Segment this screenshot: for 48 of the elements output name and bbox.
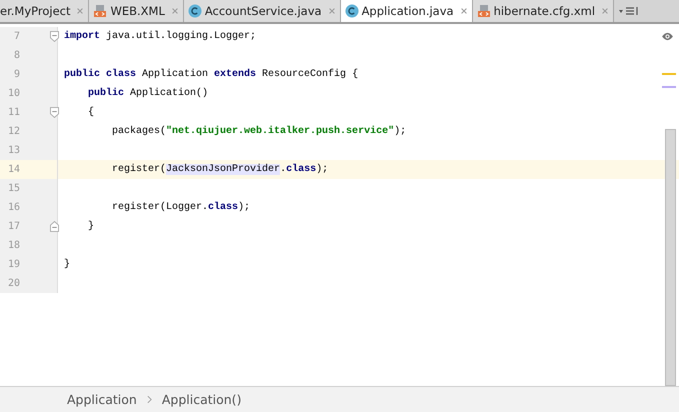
code-keyword: class xyxy=(208,202,238,213)
tab-label: AccountService.java xyxy=(204,4,322,18)
code-text: register( xyxy=(111,164,166,175)
code-text: packages( xyxy=(111,126,166,137)
line-number: 18 xyxy=(6,240,20,251)
code-text: ); xyxy=(316,164,328,175)
line-number: 13 xyxy=(6,145,20,156)
code-identifier: JacksonJsonProvider xyxy=(166,164,280,175)
editor-tab[interactable]: Application.java xyxy=(340,0,473,22)
line-number: 16 xyxy=(6,202,20,213)
code-keyword: import xyxy=(64,31,100,42)
line-number: 20 xyxy=(6,278,20,289)
code-text: ); xyxy=(394,126,406,137)
code-text: java.util.logging.Logger; xyxy=(105,31,256,42)
line-number: 17 xyxy=(6,221,20,232)
code-text: Application() xyxy=(129,88,208,99)
line-number: 12 xyxy=(6,126,20,137)
code-keyword: extends xyxy=(214,69,256,80)
code-keyword: public xyxy=(87,88,124,99)
tab-label: hibernate.cfg.xml xyxy=(494,4,596,18)
tab-label: er.MyProject xyxy=(0,4,70,18)
breadcrumb[interactable]: Application xyxy=(67,392,137,407)
editor-tab[interactable]: er.MyProject xyxy=(0,0,90,22)
line-number: 11 xyxy=(6,107,20,118)
code-keyword: class xyxy=(286,164,316,175)
line-number: 14 xyxy=(6,164,20,175)
code-text: ResourceConfig { xyxy=(261,69,358,80)
code-keyword: public class xyxy=(64,69,136,80)
tab-label: Application.java xyxy=(362,4,454,18)
line-number: 8 xyxy=(12,50,20,61)
editor-tab[interactable]: AccountService.java xyxy=(184,0,341,22)
tab-label: WEB.XML xyxy=(110,4,165,18)
code-string: "net.qiujuer.web.italker.push.service" xyxy=(166,126,394,137)
code-text: } xyxy=(64,259,70,270)
line-number: 9 xyxy=(12,69,20,80)
code-text: } xyxy=(87,221,94,232)
code-text: Application xyxy=(141,69,210,80)
code-text: . xyxy=(280,164,286,175)
line-number: 7 xyxy=(12,31,20,42)
line-number: 10 xyxy=(6,88,20,99)
line-number: 15 xyxy=(6,183,20,194)
breadcrumb[interactable]: Application() xyxy=(162,392,242,407)
editor-tab[interactable]: WEB.XML xyxy=(89,0,184,22)
code-text: register(Logger. xyxy=(111,202,208,213)
line-number: 19 xyxy=(6,259,20,270)
code-text: ); xyxy=(238,202,250,213)
code-text: { xyxy=(87,107,94,118)
editor-tab[interactable]: hibernate.cfg.xml xyxy=(472,0,614,22)
